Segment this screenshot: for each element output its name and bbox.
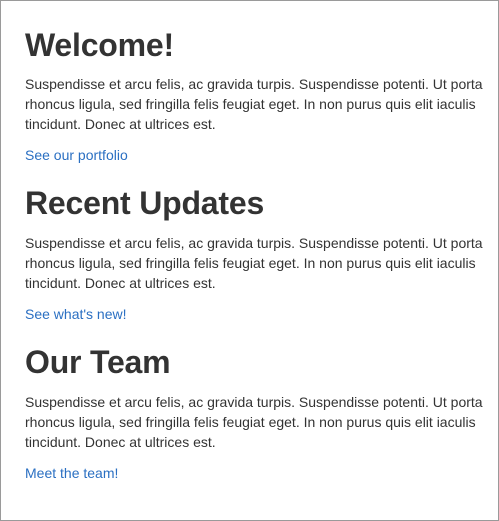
content-column: Welcome! Suspendisse et arcu felis, ac g…: [25, 1, 491, 483]
page-frame: Welcome! Suspendisse et arcu felis, ac g…: [0, 0, 499, 521]
section-heading: Recent Updates: [25, 185, 265, 221]
see-whats-new-link[interactable]: See what's new!: [25, 304, 127, 324]
section-heading: Welcome!: [25, 27, 174, 63]
section-recent-updates: Recent Updates Suspendisse et arcu felis…: [25, 184, 491, 324]
section-paragraph: Suspendisse et arcu felis, ac gravida tu…: [25, 76, 483, 132]
section-paragraph: Suspendisse et arcu felis, ac gravida tu…: [25, 394, 483, 450]
section-our-team: Our Team Suspendisse et arcu felis, ac g…: [25, 343, 491, 483]
section-heading: Our Team: [25, 344, 171, 380]
meet-the-team-link[interactable]: Meet the team!: [25, 463, 118, 483]
section-welcome: Welcome! Suspendisse et arcu felis, ac g…: [25, 26, 491, 165]
section-paragraph: Suspendisse et arcu felis, ac gravida tu…: [25, 235, 483, 291]
see-portfolio-link[interactable]: See our portfolio: [25, 145, 128, 165]
